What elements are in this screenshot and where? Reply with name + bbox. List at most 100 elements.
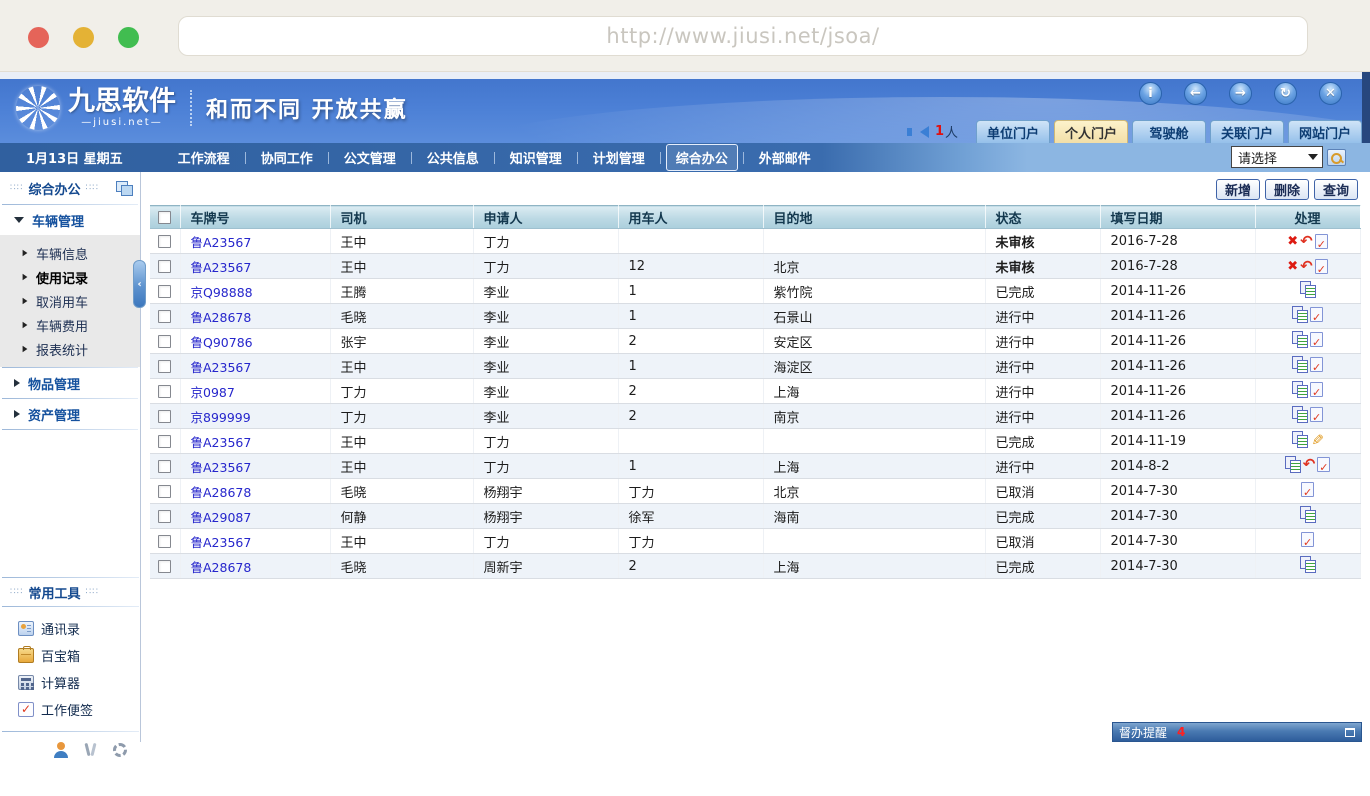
row-checkbox[interactable] <box>158 310 171 323</box>
row-checkbox[interactable] <box>158 285 171 298</box>
menu-item[interactable]: 知识管理 <box>500 144 572 171</box>
delete-icon[interactable]: ✖ <box>1287 260 1298 273</box>
add-button[interactable]: 新增 <box>1216 179 1260 200</box>
quick-select-dropdown[interactable]: 请选择 <box>1231 146 1323 168</box>
row-checkbox[interactable] <box>158 235 171 248</box>
tool-item[interactable]: 百宝箱 <box>0 642 141 669</box>
sidebar-tree-item[interactable]: 物品管理 <box>0 368 140 398</box>
row-checkbox[interactable] <box>158 385 171 398</box>
sidebar-subitem[interactable]: 取消用车 <box>0 289 140 313</box>
query-button[interactable]: 查询 <box>1314 179 1358 200</box>
sidebar-subitem[interactable]: 报表统计 <box>0 337 140 361</box>
row-checkbox[interactable] <box>158 535 171 548</box>
delete-icon[interactable]: ✖ <box>1287 235 1298 248</box>
popout-window-icon[interactable] <box>116 181 132 195</box>
plate-link[interactable]: 鲁Q90786 <box>191 335 253 350</box>
approve-check-icon[interactable] <box>1310 332 1323 347</box>
approve-check-icon[interactable] <box>1310 307 1323 322</box>
forward-button[interactable]: → <box>1229 82 1252 105</box>
sidebar-collapse-handle[interactable]: ‹ <box>133 260 146 308</box>
approve-check-icon[interactable] <box>1310 357 1323 372</box>
plate-link[interactable]: 鲁A23567 <box>191 235 252 250</box>
plate-link[interactable]: 京0987 <box>191 385 235 400</box>
menu-item[interactable]: 协同工作 <box>251 144 323 171</box>
menu-item[interactable]: 公文管理 <box>334 144 406 171</box>
portal-tab[interactable]: 驾驶舱 <box>1132 120 1206 143</box>
copy-icon[interactable] <box>1300 556 1316 572</box>
plate-link[interactable]: 鲁A28678 <box>191 560 252 575</box>
user-icon[interactable] <box>53 742 69 758</box>
window-minimize-light[interactable] <box>73 27 94 48</box>
delete-button[interactable]: 删除 <box>1265 179 1309 200</box>
copy-icon[interactable] <box>1300 506 1316 522</box>
portal-tab[interactable]: 个人门户 <box>1054 120 1128 143</box>
row-checkbox[interactable] <box>158 485 171 498</box>
plate-link[interactable]: 鲁A23567 <box>191 360 252 375</box>
row-checkbox[interactable] <box>158 560 171 573</box>
undo-icon[interactable]: ↶ <box>1303 457 1316 472</box>
info-button[interactable]: i <box>1139 82 1162 105</box>
copy-icon[interactable] <box>1292 406 1308 422</box>
plate-link[interactable]: 京899999 <box>191 410 251 425</box>
undo-icon[interactable]: ↶ <box>1300 234 1313 249</box>
row-checkbox[interactable] <box>158 410 171 423</box>
portal-tab[interactable]: 关联门户 <box>1210 120 1284 143</box>
row-checkbox[interactable] <box>158 460 171 473</box>
menu-item[interactable]: 计划管理 <box>583 144 655 171</box>
sidebar-subitem[interactable]: 车辆信息 <box>0 241 140 265</box>
row-checkbox[interactable] <box>158 510 171 523</box>
approve-check-icon[interactable] <box>1315 234 1328 249</box>
menu-item[interactable]: 综合办公 <box>666 144 738 171</box>
menu-item[interactable]: 工作流程 <box>168 144 240 171</box>
plate-link[interactable]: 鲁A29087 <box>191 510 252 525</box>
approve-check-icon[interactable] <box>1310 407 1323 422</box>
edit-pencil-icon[interactable]: ✎ <box>1309 433 1324 446</box>
plate-link[interactable]: 鲁A23567 <box>191 460 252 475</box>
row-checkbox[interactable] <box>158 360 171 373</box>
copy-icon[interactable] <box>1292 381 1308 397</box>
refresh-button[interactable]: ↻ <box>1274 82 1297 105</box>
undo-icon[interactable]: ↶ <box>1300 259 1313 274</box>
plate-link[interactable]: 鲁A23567 <box>191 435 252 450</box>
approve-check-icon[interactable] <box>1310 382 1323 397</box>
portal-tab[interactable]: 单位门户 <box>976 120 1050 143</box>
row-checkbox[interactable] <box>158 335 171 348</box>
menu-item[interactable]: 外部邮件 <box>749 144 821 171</box>
window-close-light[interactable] <box>28 27 49 48</box>
address-bar[interactable]: http://www.jiusi.net/jsoa/ <box>178 16 1308 56</box>
supervision-reminder-bar[interactable]: 督办提醒 4 <box>1112 722 1362 742</box>
approve-check-icon[interactable] <box>1301 482 1314 497</box>
approve-check-icon[interactable] <box>1301 532 1314 547</box>
copy-icon[interactable] <box>1292 331 1308 347</box>
approve-check-icon[interactable] <box>1315 259 1328 274</box>
tool-item[interactable]: 工作便签 <box>0 696 141 723</box>
tool-item[interactable]: 通讯录 <box>0 615 141 642</box>
approve-check-icon[interactable] <box>1317 457 1330 472</box>
plate-link[interactable]: 京Q98888 <box>191 285 253 300</box>
window-maximize-light[interactable] <box>118 27 139 48</box>
copy-icon[interactable] <box>1292 356 1308 372</box>
sidebar-tree-item[interactable]: 资产管理 <box>0 399 140 429</box>
plate-link[interactable]: 鲁A28678 <box>191 310 252 325</box>
plate-link[interactable]: 鲁A28678 <box>191 485 252 500</box>
copy-icon[interactable] <box>1292 306 1308 322</box>
speaker-icon[interactable] <box>920 126 929 138</box>
sidebar-subitem[interactable]: 使用记录 <box>0 265 140 289</box>
copy-icon[interactable] <box>1292 431 1308 447</box>
sidebar-tree-item[interactable]: 车辆管理 <box>0 205 140 235</box>
menu-item[interactable]: 公共信息 <box>417 144 489 171</box>
back-button[interactable]: ← <box>1184 82 1207 105</box>
close-button[interactable]: ✕ <box>1319 82 1342 105</box>
plate-link[interactable]: 鲁A23567 <box>191 535 252 550</box>
settings-tools-icon[interactable] <box>83 742 99 758</box>
copy-icon[interactable] <box>1285 456 1301 472</box>
sidebar-subitem[interactable]: 车辆费用 <box>0 313 140 337</box>
maximize-icon[interactable] <box>1345 728 1355 737</box>
portal-tab[interactable]: 网站门户 <box>1288 120 1362 143</box>
plate-link[interactable]: 鲁A23567 <box>191 260 252 275</box>
row-checkbox[interactable] <box>158 260 171 273</box>
copy-icon[interactable] <box>1300 281 1316 297</box>
row-checkbox[interactable] <box>158 435 171 448</box>
search-icon[interactable] <box>1327 149 1346 166</box>
gear-icon[interactable] <box>113 743 127 757</box>
